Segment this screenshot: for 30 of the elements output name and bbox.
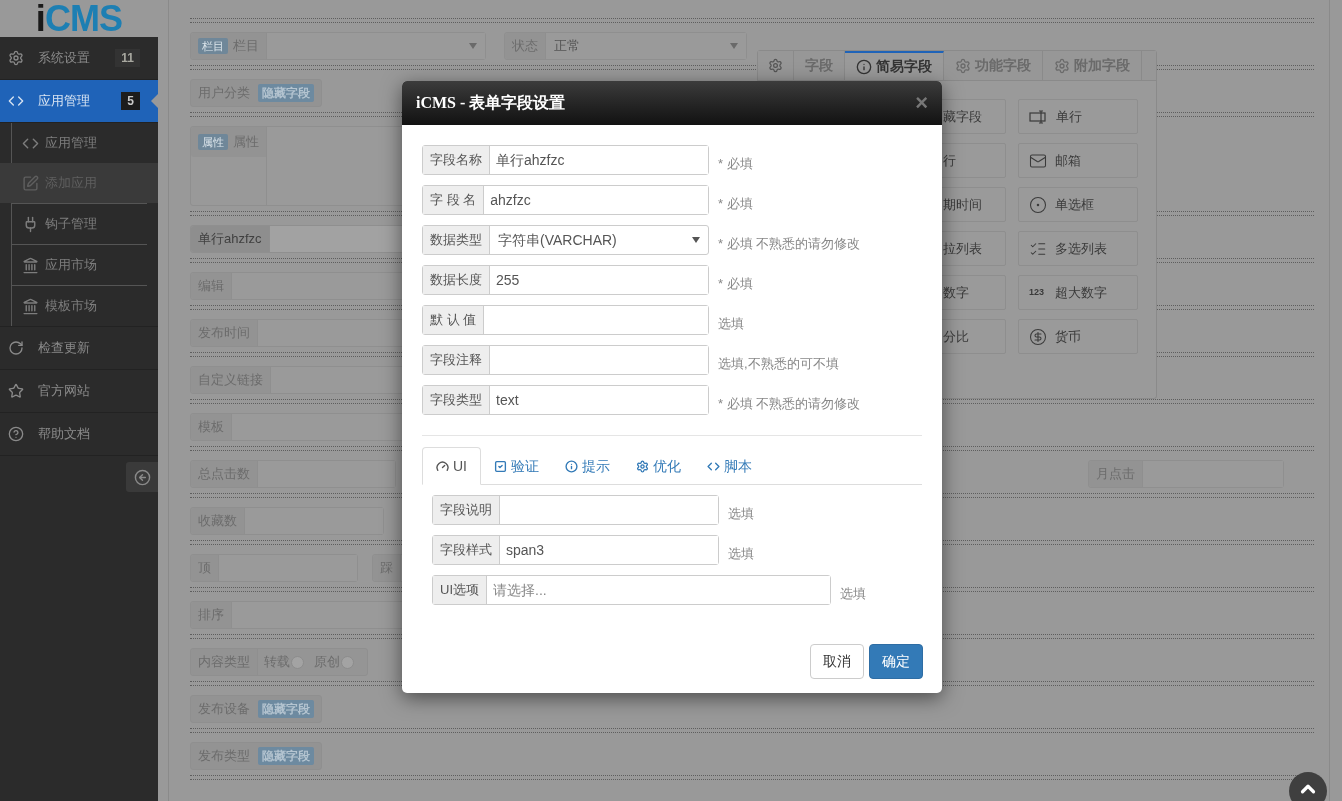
hint-text: * 必填 不熟悉的请勿修改 — [718, 235, 861, 254]
hint-text: 选填 — [728, 505, 754, 524]
hint-text: * 必填 — [718, 275, 753, 294]
hint-text: 选填 — [728, 545, 754, 564]
count-badge: 5 — [121, 92, 140, 110]
hint-text: * 必填 不熟悉的请勿修改 — [718, 395, 861, 414]
tag: 栏目 — [198, 37, 228, 55]
tag: 隐藏字段 — [258, 747, 314, 765]
hint-text: 选填,不熟悉的可不填 — [718, 355, 839, 374]
hint-text: 选填 — [840, 585, 866, 604]
hint-text: * 必填 — [718, 155, 753, 174]
logo: iCMS — [35, 0, 123, 37]
tag: 隐藏字段 — [258, 700, 314, 718]
field-label: 数据长度 — [423, 266, 490, 294]
field-label: 字段名称 — [423, 146, 490, 174]
field-label: 字 段 名 — [423, 186, 485, 214]
tag: 属性 — [198, 133, 228, 151]
field-label: 字段样式 — [433, 536, 500, 564]
hint-text: * 必填 — [718, 195, 753, 214]
dialog-title: iCMS - 表单字段设置 — [416, 93, 566, 113]
field-label: 字段注释 — [423, 346, 490, 374]
field-label: 数据类型 — [423, 226, 490, 254]
count-badge: 11 — [115, 49, 140, 67]
field-label: 默 认 值 — [423, 306, 485, 334]
hint-text: 选填 — [718, 315, 744, 334]
field-label: 单行ahzfzc — [191, 226, 269, 252]
field-label: 字段类型 — [423, 386, 490, 414]
field-label: 字段说明 — [433, 496, 500, 524]
field-label: UI选项 — [433, 576, 487, 604]
tag: 隐藏字段 — [258, 84, 314, 102]
